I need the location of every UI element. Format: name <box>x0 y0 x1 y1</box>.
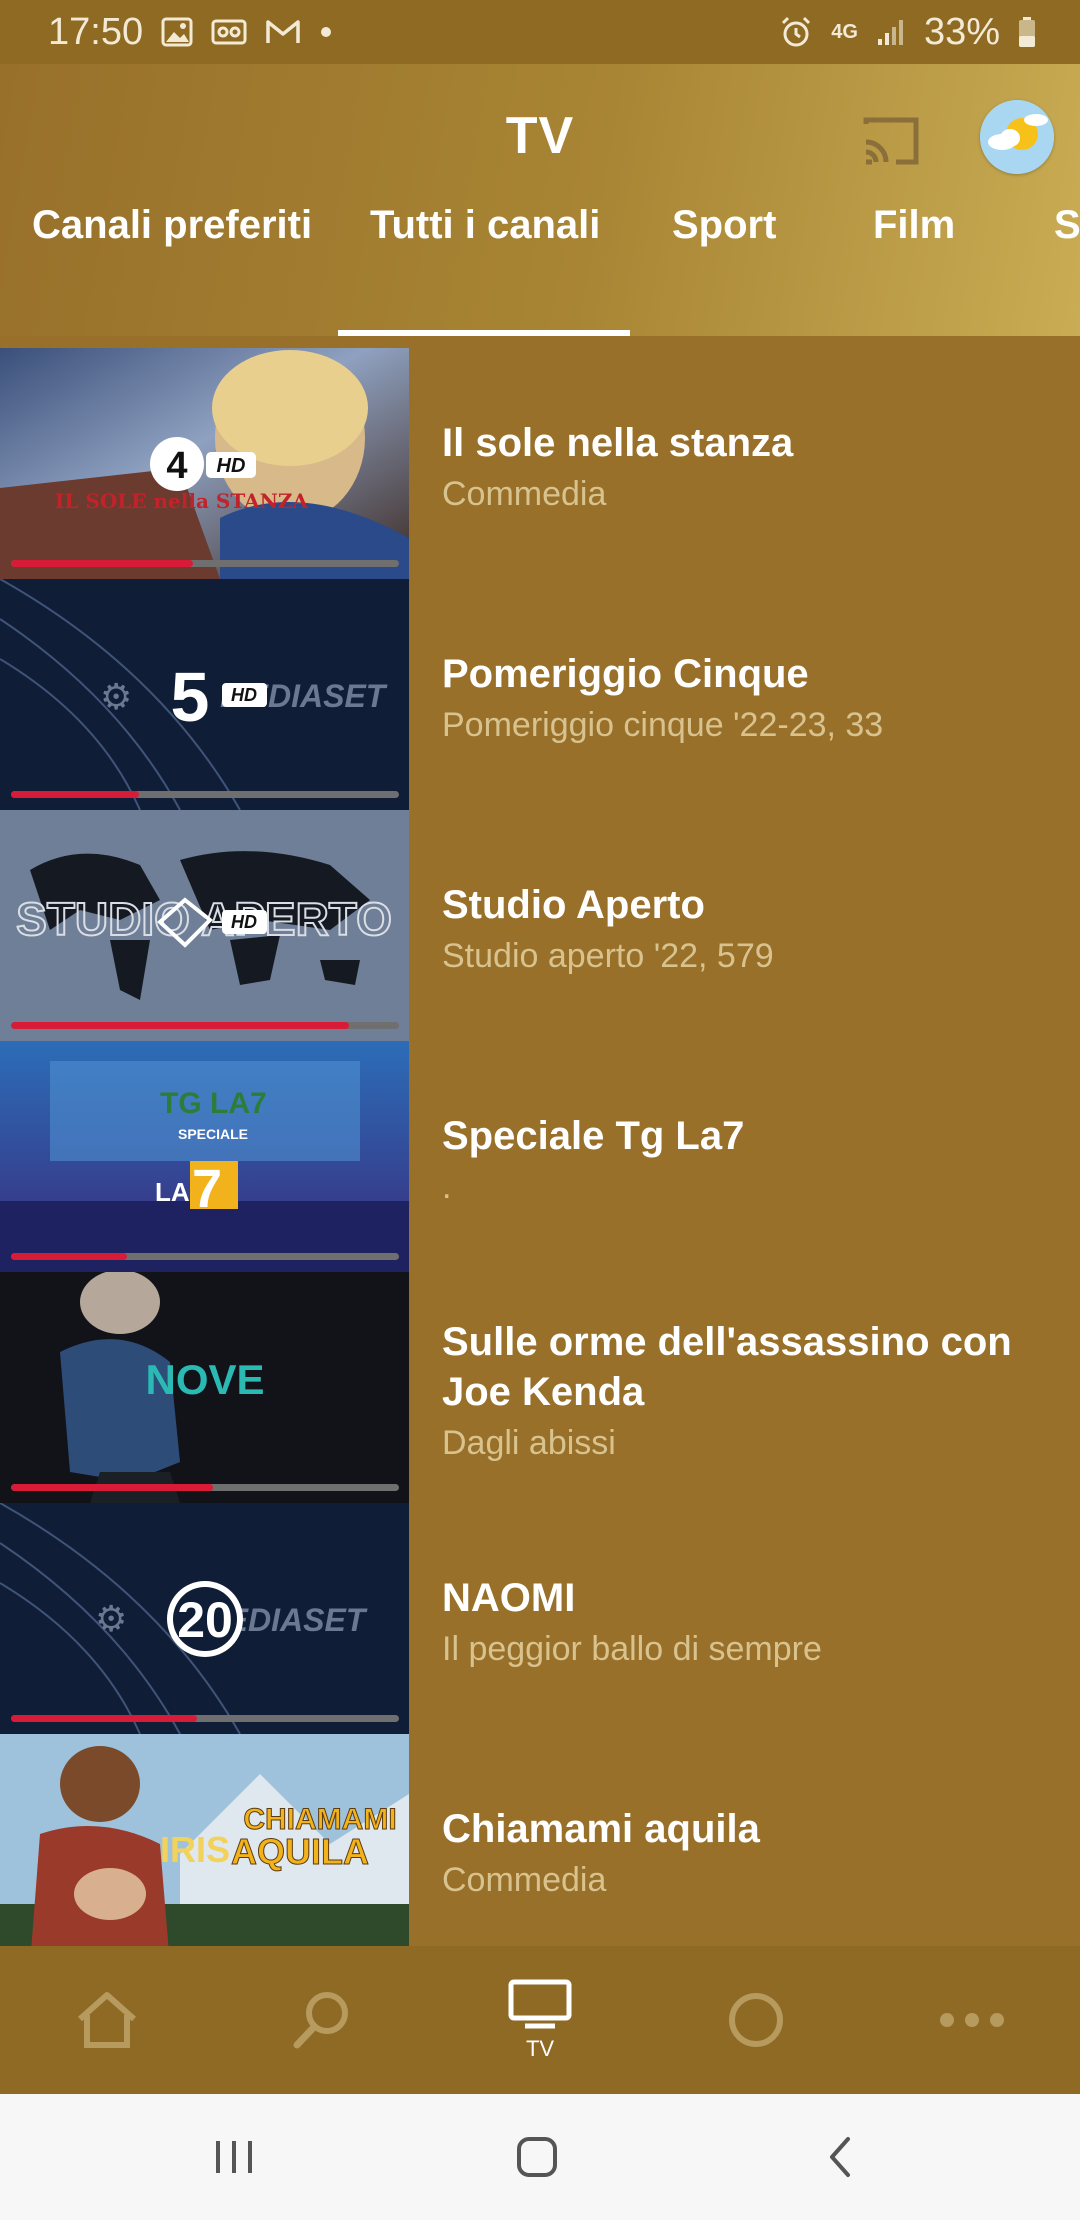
svg-text:⚙: ⚙ <box>95 1598 127 1639</box>
svg-text:AQUILA: AQUILA <box>231 1831 369 1872</box>
status-right: 4G 33% <box>779 11 1036 54</box>
home-icon <box>78 1992 136 2048</box>
tab-bar: Canali preferiti Tutti i canali Sport Fi… <box>0 185 1080 275</box>
tab-sport[interactable]: Sport <box>672 185 776 271</box>
program-subtitle: Dagli abissi <box>442 1424 616 1462</box>
thumb-caption: IL SOLE nella STANZA <box>55 489 309 513</box>
channel-thumbnail: ⚙ MEDIASET 20 <box>0 1503 409 1734</box>
svg-text:4: 4 <box>166 445 187 487</box>
svg-text:7: 7 <box>192 1159 222 1219</box>
alarm-icon <box>779 15 813 49</box>
nav-search[interactable] <box>262 1946 382 2094</box>
program-title: NAOMI <box>442 1576 576 1620</box>
back-button[interactable] <box>800 2122 880 2192</box>
more-icon <box>940 2013 1004 2027</box>
progress-bar <box>11 1253 399 1260</box>
tv-icon <box>508 1979 572 2029</box>
program-subtitle: . <box>442 1168 452 1206</box>
thumb-caption: STUDIO APERTO <box>16 893 392 945</box>
recents-icon <box>216 2141 252 2173</box>
svg-text:5: 5 <box>171 658 210 736</box>
nav-home[interactable] <box>47 1946 167 2094</box>
signal-icon <box>876 17 906 47</box>
voicemail-icon <box>211 17 247 47</box>
progress-bar <box>11 1715 399 1722</box>
svg-text:20: 20 <box>177 1592 233 1648</box>
status-time: 17:50 <box>48 10 144 53</box>
svg-text:HD: HD <box>231 685 257 705</box>
channel-thumbnail: IL SOLE nella STANZA 4 HD <box>0 348 409 579</box>
nav-circle[interactable] <box>696 1946 816 2094</box>
search-icon <box>293 1992 348 2049</box>
list-item[interactable]: STUDIO APERTO HD Studio Aperto Studio ap… <box>0 810 1080 1041</box>
nav-tv[interactable]: TV <box>480 1946 600 2094</box>
tab-tutti-i-canali[interactable]: Tutti i canali <box>370 185 600 271</box>
nav-tv-label: TV <box>525 2036 555 2061</box>
svg-text:HD: HD <box>231 912 257 932</box>
thumb-caption: TG LA7 <box>160 1087 267 1120</box>
svg-text:⚙: ⚙ <box>100 676 132 717</box>
recents-button[interactable] <box>194 2122 274 2192</box>
program-title: Speciale Tg La7 <box>442 1114 745 1158</box>
avatar[interactable] <box>980 100 1054 174</box>
progress-bar <box>11 560 399 567</box>
list-item[interactable]: NOVE Sulle orme dell'assassino con Joe K… <box>0 1272 1080 1503</box>
battery-icon <box>1018 16 1036 48</box>
program-subtitle: Pomeriggio cinque '22-23, 33 <box>442 706 884 744</box>
program-subtitle: Il peggior ballo di sempre <box>442 1630 822 1668</box>
tab-next[interactable]: S <box>1054 185 1080 271</box>
list-item[interactable]: IL SOLE nella STANZA 4 HD Il sole nella … <box>0 348 1080 579</box>
svg-text:IRIS: IRIS <box>160 1829 230 1870</box>
circle-icon <box>729 1993 783 2047</box>
cast-icon <box>863 117 919 165</box>
list-item[interactable]: ⚙ MEDIASET 5 HD Pomeriggio Cinque Pomeri… <box>0 579 1080 810</box>
tab-film[interactable]: Film <box>873 185 955 271</box>
battery-percent: 33% <box>923 10 1000 53</box>
progress-bar <box>11 1022 399 1029</box>
cast-button[interactable] <box>858 108 924 174</box>
program-title: Pomeriggio Cinque <box>442 652 809 696</box>
app-root: 17:50 4G 33% TV Canali preferiti Tutti i… <box>0 0 1080 2220</box>
tab-canali-preferiti[interactable]: Canali preferiti <box>32 185 312 271</box>
dot-icon <box>319 25 333 39</box>
list-item[interactable]: TG LA7 SPECIALE LA 7 Speciale Tg La7 . <box>0 1041 1080 1272</box>
nav-more[interactable] <box>912 1946 1032 2094</box>
network-type: 4G <box>831 21 858 43</box>
status-left: 17:50 <box>48 11 333 54</box>
status-bar: 17:50 4G 33% <box>0 0 1080 64</box>
channel-thumbnail: CHIAMAMI AQUILA IRIS <box>0 1734 409 1946</box>
bottom-navigation: TV <box>0 1946 1080 2094</box>
program-subtitle: Commedia <box>442 475 607 513</box>
list-item[interactable]: CHIAMAMI AQUILA IRIS Chiamami aquila Com… <box>0 1734 1080 1946</box>
weather-avatar-icon <box>980 100 1054 174</box>
channel-list[interactable]: IL SOLE nella STANZA 4 HD Il sole nella … <box>0 336 1080 1946</box>
list-item[interactable]: ⚙ MEDIASET 20 NAOMI Il peggior ballo di … <box>0 1503 1080 1734</box>
program-title: Chiamami aquila <box>442 1807 760 1851</box>
program-subtitle: Studio aperto '22, 579 <box>442 937 774 975</box>
thumb-caption: NOVE <box>145 1356 264 1403</box>
channel-thumbnail: NOVE <box>0 1272 409 1503</box>
channel-thumbnail: ⚙ MEDIASET 5 HD <box>0 579 409 810</box>
gmail-icon <box>265 18 301 46</box>
program-title: Studio Aperto <box>442 883 705 927</box>
svg-text:SPECIALE: SPECIALE <box>178 1126 248 1142</box>
progress-bar <box>11 1484 399 1491</box>
channel-thumbnail: TG LA7 SPECIALE LA 7 <box>0 1041 409 1272</box>
program-subtitle: Commedia <box>442 1861 607 1899</box>
svg-text:LA: LA <box>155 1177 190 1207</box>
program-title: Sulle orme dell'assassino con Joe Kenda <box>442 1320 1012 1414</box>
svg-text:HD: HD <box>217 455 246 477</box>
channel-thumbnail: STUDIO APERTO HD <box>0 810 409 1041</box>
system-navigation <box>0 2094 1080 2220</box>
back-icon <box>830 2137 850 2177</box>
progress-bar <box>11 791 399 798</box>
home-button-icon <box>517 2137 557 2177</box>
home-button[interactable] <box>497 2122 577 2192</box>
program-title: Il sole nella stanza <box>442 421 794 465</box>
image-icon <box>161 17 193 47</box>
